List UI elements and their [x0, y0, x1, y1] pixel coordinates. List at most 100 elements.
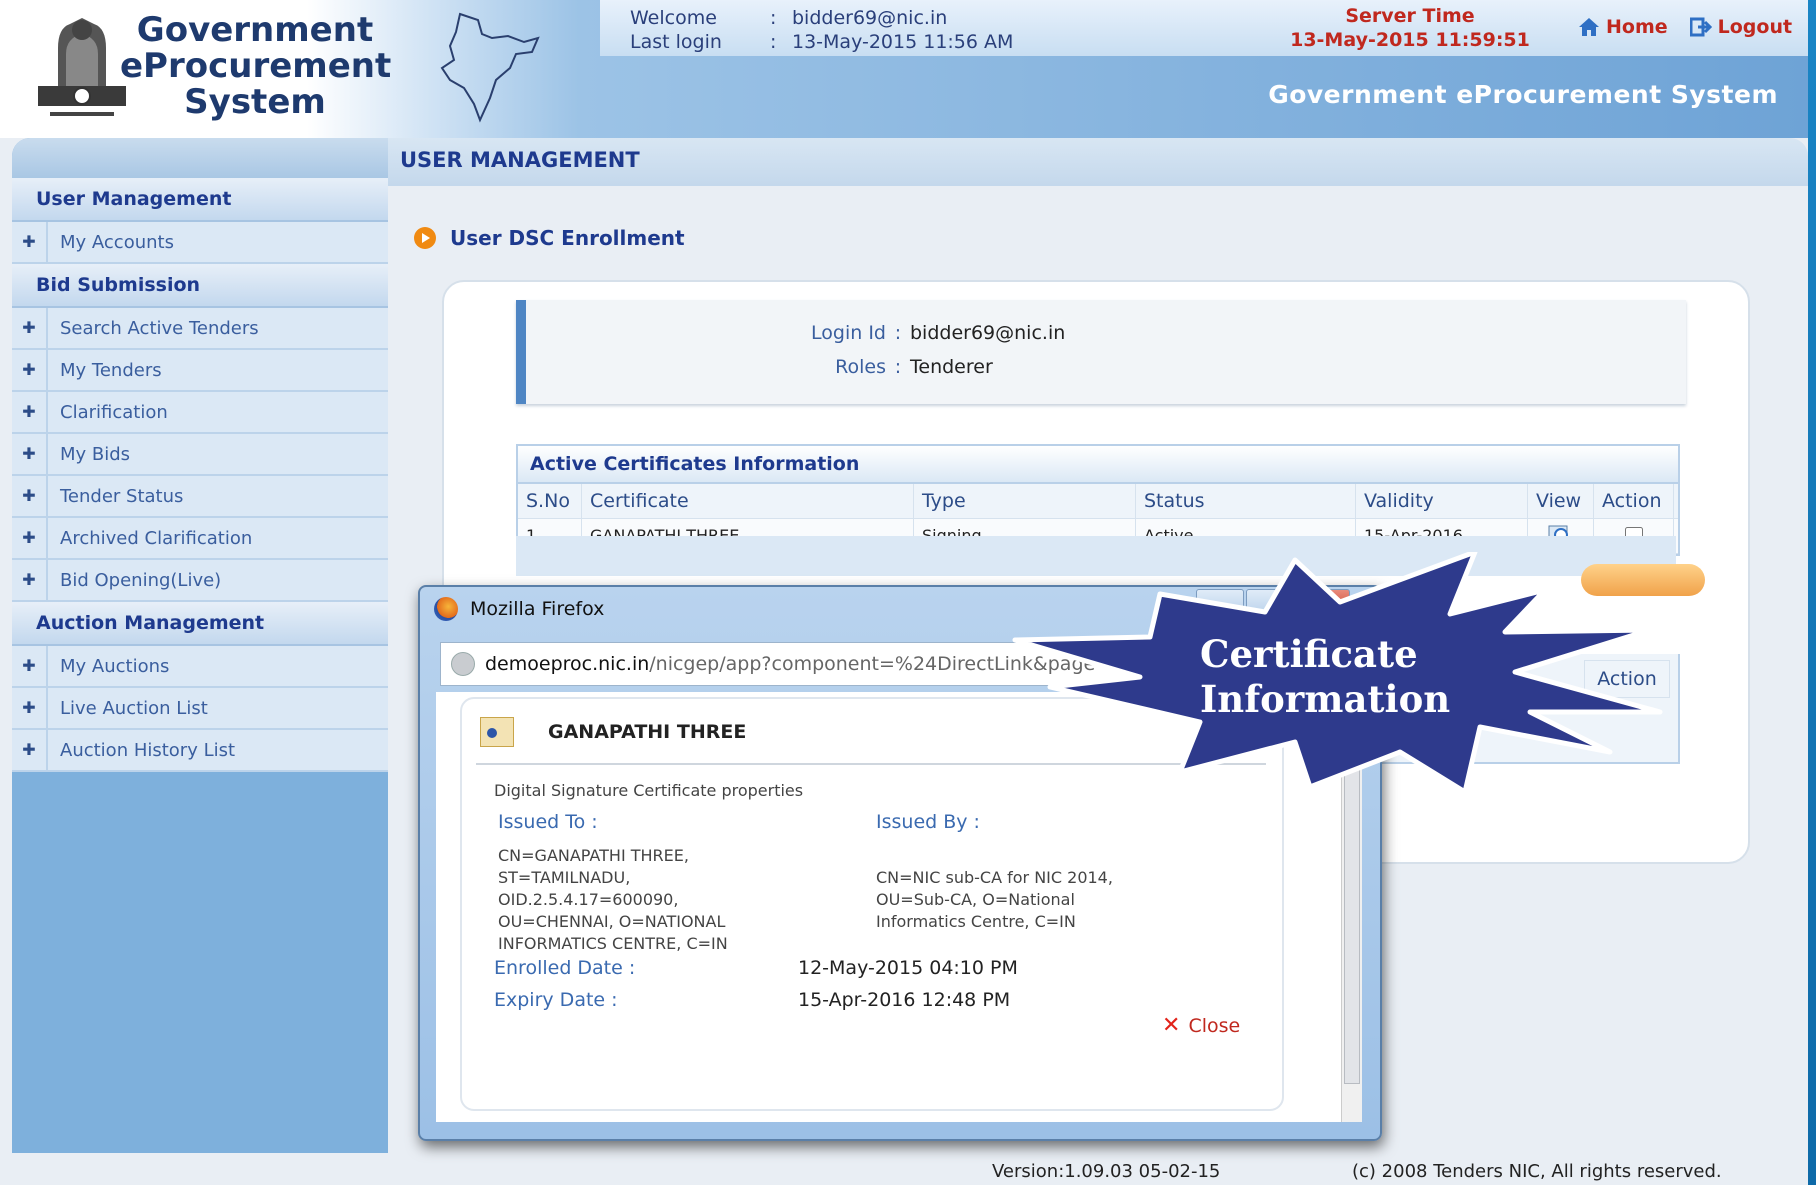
expand-arrow-icon: ✚	[12, 560, 48, 600]
certificate-icon	[480, 717, 514, 747]
expand-arrow-icon: ✚	[12, 688, 48, 728]
sidebar-item-label: My Tenders	[60, 359, 162, 381]
home-link[interactable]: Home	[1578, 16, 1668, 38]
app-window: Government eProcurement System Welcome :…	[0, 0, 1808, 1185]
home-icon	[1579, 18, 1599, 36]
last-login-value: 13-May-2015 11:56 AM	[792, 31, 1014, 53]
site-logo-title[interactable]: Government eProcurement System	[120, 12, 391, 120]
expand-arrow-icon: ✚	[12, 392, 48, 432]
expand-arrow-icon: ✚	[12, 222, 48, 262]
column-header: Type	[914, 484, 1136, 518]
certificate-card-header: GANAPATHI THREE	[480, 717, 746, 747]
logout-label: Logout	[1717, 16, 1793, 38]
sidebar-item-label: Clarification	[60, 401, 168, 423]
sidebar-item-archived-clarification[interactable]: ✚ Archived Clarification	[12, 518, 388, 560]
header-links: Home Logout	[1578, 16, 1792, 38]
page-title: User DSC Enrollment	[450, 226, 685, 250]
sidebar-item-label: Search Active Tenders	[60, 317, 259, 339]
expand-arrow-icon: ✚	[12, 476, 48, 516]
sidebar-item-label: Live Auction List	[60, 697, 208, 719]
issued-to-label: Issued To :	[498, 811, 598, 833]
sidebar-item-clarification[interactable]: ✚ Clarification	[12, 392, 388, 434]
section-title: USER MANAGEMENT	[400, 148, 640, 172]
roles-colon: :	[894, 356, 902, 378]
dsc-properties-title: Digital Signature Certificate properties	[494, 781, 804, 800]
table-header-row: S.No Certificate Type Status Validity Vi…	[518, 484, 1678, 519]
enrolled-date-label: Enrolled Date :	[494, 957, 636, 979]
sidebar-item-search-active-tenders[interactable]: ✚ Search Active Tenders	[12, 308, 388, 350]
page-heading: User DSC Enrollment	[414, 226, 685, 250]
sidebar-section-auction-management[interactable]: Auction Management	[12, 602, 388, 646]
login-id-label: Login Id	[811, 322, 886, 344]
last-login-colon: :	[770, 31, 777, 53]
url-host: demoeproc.nic.in	[485, 653, 650, 675]
welcome-user: bidder69@nic.in	[792, 7, 948, 29]
callout-line-2: Information	[1200, 677, 1450, 721]
sidebar-item-label: Auction History List	[60, 739, 236, 761]
expiry-date-value: 15-Apr-2016 12:48 PM	[798, 989, 1011, 1011]
logout-link[interactable]: Logout	[1689, 16, 1793, 38]
sidebar-item-live-auction-list[interactable]: ✚ Live Auction List	[12, 688, 388, 730]
popup-titlebar: Mozilla Firefox	[434, 597, 604, 621]
certificate-information-callout: Certificate Information	[1012, 552, 1663, 795]
expand-arrow-icon: ✚	[12, 518, 48, 558]
sidebar-item-label: My Accounts	[60, 231, 174, 253]
sidebar-item-my-bids[interactable]: ✚ My Bids	[12, 434, 388, 476]
section-header: USER MANAGEMENT	[388, 138, 1808, 186]
close-icon: ✕	[1162, 1013, 1181, 1038]
expand-arrow-icon: ✚	[12, 308, 48, 348]
expand-arrow-icon: ✚	[12, 730, 48, 770]
sidebar: User Management ✚ My Accounts Bid Submis…	[12, 138, 388, 1153]
expand-arrow-icon: ✚	[12, 646, 48, 686]
last-login-label: Last login	[630, 31, 722, 53]
logout-icon	[1689, 17, 1712, 37]
popup-window-title: Mozilla Firefox	[470, 598, 605, 620]
column-header: View	[1528, 484, 1594, 518]
server-time-label: Server Time	[1345, 5, 1475, 27]
sidebar-item-label: Tender Status	[60, 485, 184, 507]
login-info: Welcome : bidder69@nic.in Last login : 1…	[630, 6, 1013, 54]
welcome-colon: :	[770, 7, 777, 29]
close-button[interactable]: ✕ Close	[1162, 1013, 1240, 1038]
column-header: S.No	[518, 484, 582, 518]
column-header: Status	[1136, 484, 1356, 518]
issued-by-value: CN=NIC sub-CA for NIC 2014, OU=Sub-CA, O…	[876, 868, 1113, 931]
issued-to-value: CN=GANAPATHI THREE, ST=TAMILNADU, OID.2.…	[498, 846, 728, 953]
login-id-row: Login Id : bidder69@nic.in	[766, 322, 1065, 344]
firefox-icon	[434, 597, 458, 621]
sidebar-item-tender-status[interactable]: ✚ Tender Status	[12, 476, 388, 518]
home-label: Home	[1606, 16, 1668, 38]
india-map-icon	[440, 12, 540, 123]
table-caption: Active Certificates Information	[518, 446, 1678, 484]
welcome-label: Welcome	[630, 7, 717, 29]
sidebar-item-my-auctions[interactable]: ✚ My Auctions	[12, 646, 388, 688]
sidebar-item-label: My Auctions	[60, 655, 170, 677]
server-time: Server Time 13-May-2015 11:59:51	[1260, 4, 1560, 52]
callout-line-1: Certificate	[1200, 632, 1418, 676]
roles-row: Roles : Tenderer	[766, 356, 993, 378]
header-subtitle: Government eProcurement System	[1268, 80, 1778, 109]
version-text: Version:1.09.03 05-02-15	[992, 1161, 1221, 1182]
expand-arrow-icon: ✚	[12, 434, 48, 474]
sidebar-item-my-accounts[interactable]: ✚ My Accounts	[12, 222, 388, 264]
sidebar-item-my-tenders[interactable]: ✚ My Tenders	[12, 350, 388, 392]
expiry-date-label: Expiry Date :	[494, 989, 618, 1011]
close-label: Close	[1188, 1014, 1241, 1037]
page-footer: Version:1.09.03 05-02-15 (c) 2008 Tender…	[12, 1153, 1808, 1185]
enrolled-date-value: 12-May-2015 04:10 PM	[798, 957, 1018, 979]
sidebar-item-bid-opening-live[interactable]: ✚ Bid Opening(Live)	[12, 560, 388, 602]
sidebar-section-bid-submission[interactable]: Bid Submission	[12, 264, 388, 308]
play-bullet-icon	[414, 227, 436, 249]
login-id-value: bidder69@nic.in	[910, 322, 1066, 344]
column-header: Action	[1594, 484, 1674, 518]
sidebar-item-auction-history-list[interactable]: ✚ Auction History List	[12, 730, 388, 772]
sidebar-item-label: Archived Clarification	[60, 527, 253, 549]
sidebar-item-label: Bid Opening(Live)	[60, 569, 222, 591]
issued-by-label: Issued By :	[876, 811, 980, 833]
sidebar-section-user-management[interactable]: User Management	[12, 178, 388, 222]
roles-label: Roles	[835, 356, 886, 378]
copyright-text: (c) 2008 Tenders NIC, All rights reserve…	[1352, 1161, 1722, 1182]
roles-value: Tenderer	[910, 356, 993, 378]
globe-icon	[451, 652, 475, 676]
sidebar-item-label: My Bids	[60, 443, 131, 465]
